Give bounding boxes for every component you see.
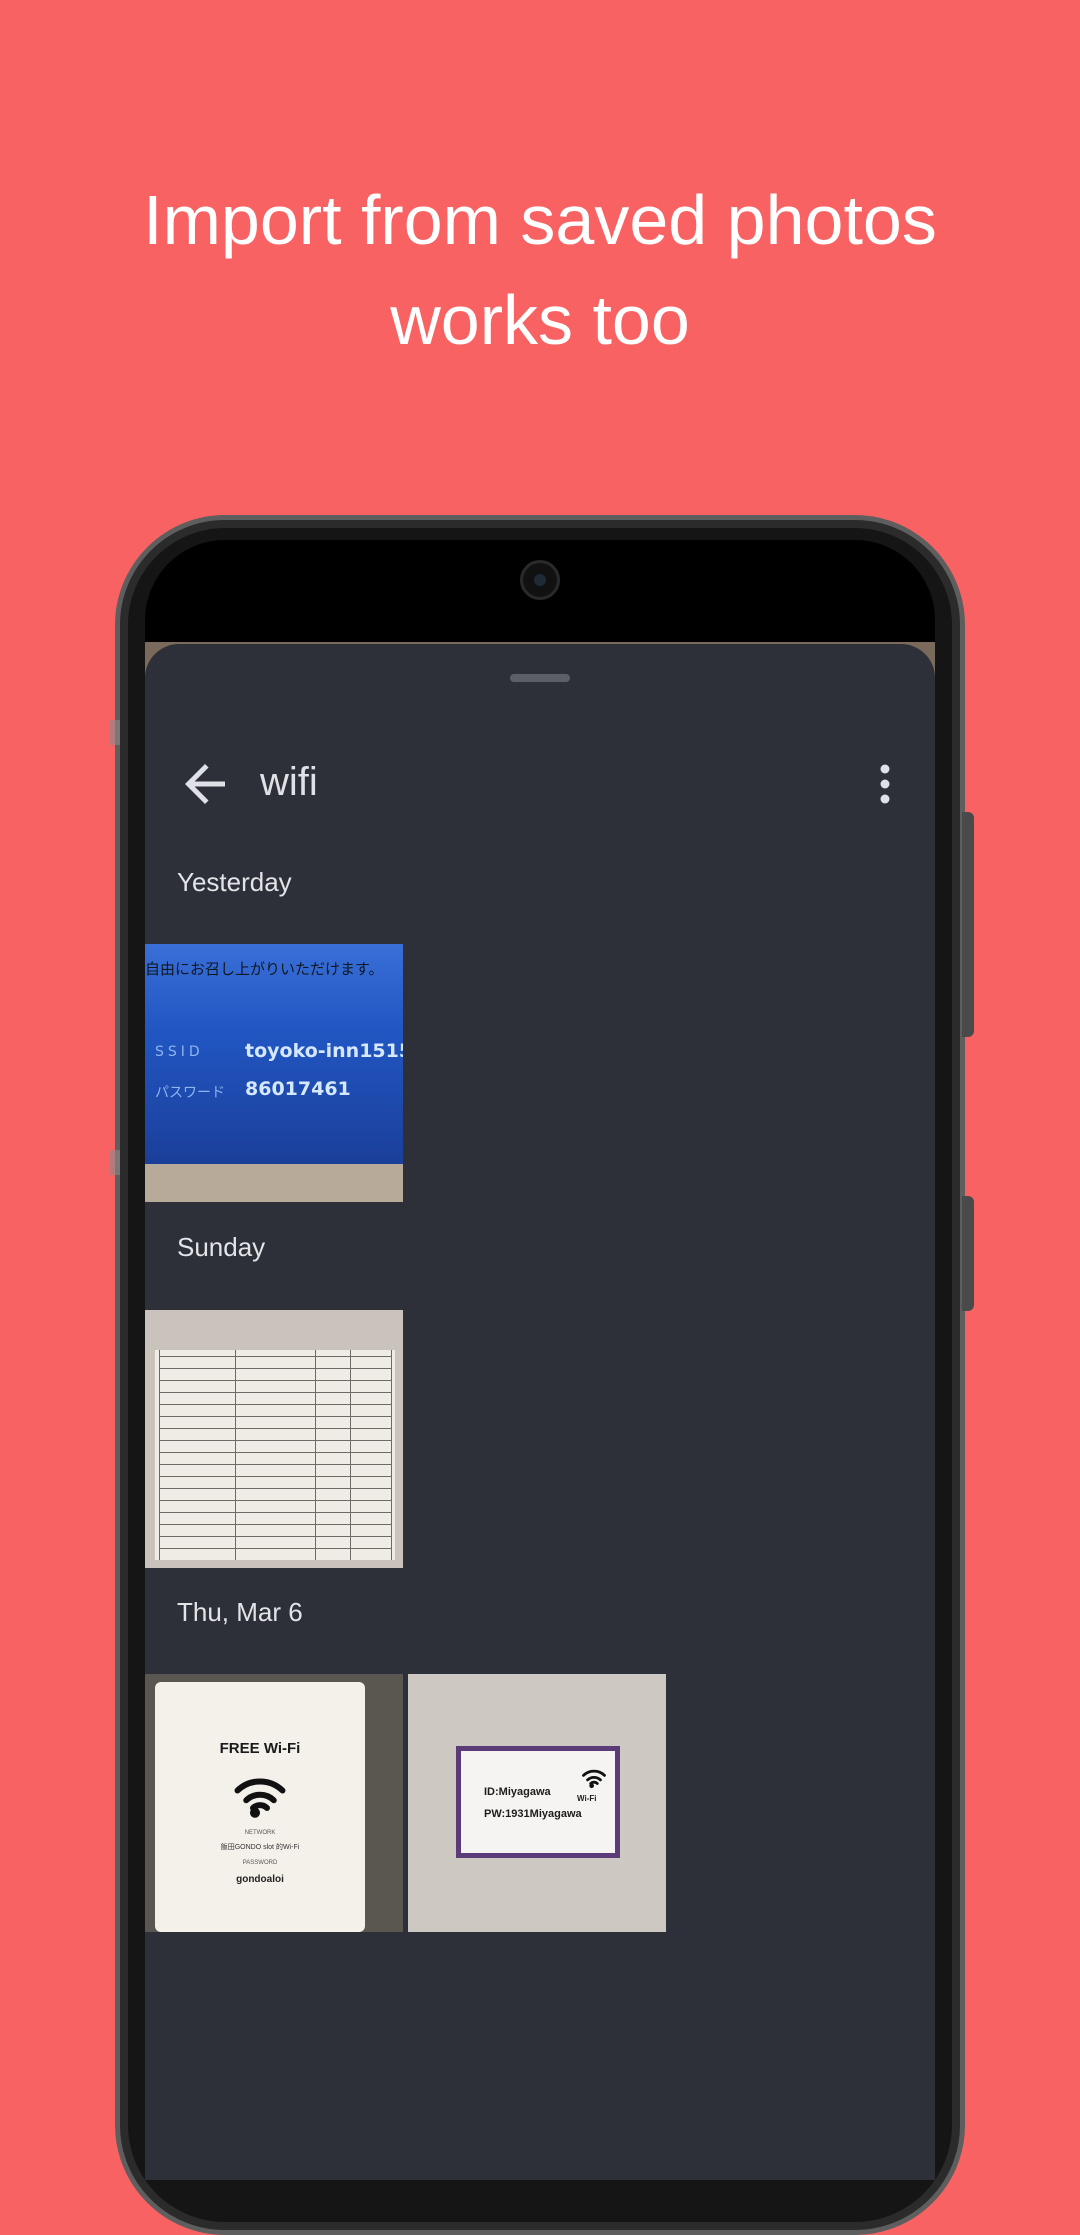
table-line bbox=[159, 1416, 391, 1417]
table-line bbox=[159, 1548, 391, 1549]
photo-text: 86017461 bbox=[245, 1078, 351, 1100]
table-line bbox=[315, 1350, 316, 1560]
photo-text: PASSWORD bbox=[242, 1860, 278, 1866]
table-line bbox=[159, 1350, 160, 1560]
wifi-icon bbox=[582, 1769, 606, 1789]
headline-line-2: works too bbox=[390, 281, 690, 359]
table-line bbox=[159, 1452, 391, 1453]
photo-text: FREE Wi-Fi bbox=[219, 1740, 301, 1757]
back-button[interactable] bbox=[175, 754, 235, 814]
table-line bbox=[159, 1380, 391, 1381]
table-line bbox=[350, 1350, 351, 1560]
power-button bbox=[962, 1196, 974, 1311]
photo-text: ID:Miyagawa bbox=[484, 1786, 551, 1798]
section-label-thu-mar-6: Thu, Mar 6 bbox=[177, 1597, 303, 1627]
photo-text: PW:1931Miyagawa bbox=[484, 1808, 582, 1820]
table-line bbox=[159, 1464, 391, 1465]
photo-text: 飯田GONDO slot 的Wi-Fi bbox=[220, 1844, 300, 1851]
table-line bbox=[159, 1536, 391, 1537]
table-line bbox=[159, 1356, 391, 1357]
printed-table bbox=[155, 1350, 395, 1560]
table-line bbox=[159, 1524, 391, 1525]
table-line bbox=[159, 1476, 391, 1477]
search-query-title: wifi bbox=[260, 760, 318, 804]
more-options-button[interactable] bbox=[855, 754, 915, 814]
app-bar: wifi bbox=[145, 734, 935, 834]
table-line bbox=[391, 1350, 392, 1560]
front-camera bbox=[520, 560, 560, 600]
photo-text: SSID bbox=[155, 1044, 204, 1060]
phone-screen: wifi Yesterday 自由にお召し上がりいただけます。 SSID toy… bbox=[145, 540, 935, 2180]
photo-picker-sheet: wifi Yesterday 自由にお召し上がりいただけます。 SSID toy… bbox=[145, 644, 935, 2180]
tv-stand bbox=[145, 1164, 403, 1202]
photo-text: パスワード bbox=[155, 1085, 225, 1101]
photo-thumbnail[interactable]: ID:Miyagawa PW:1931Miyagawa Wi-Fi bbox=[408, 1674, 666, 1932]
more-vert-icon bbox=[880, 764, 890, 804]
drag-handle[interactable] bbox=[510, 674, 570, 682]
photo-text: 自由にお召し上がりいただけます。 bbox=[145, 960, 384, 978]
table-line bbox=[159, 1512, 391, 1513]
photo-text: NETWORK bbox=[244, 1830, 276, 1836]
table-line bbox=[159, 1500, 391, 1501]
photo-thumbnail[interactable]: 自由にお召し上がりいただけます。 SSID toyoko-inn1515 パスワ… bbox=[145, 944, 403, 1202]
section-label-yesterday: Yesterday bbox=[177, 867, 292, 897]
photo-thumbnail[interactable] bbox=[145, 1310, 403, 1568]
section-label-sunday: Sunday bbox=[177, 1232, 266, 1262]
wifi-icon bbox=[234, 1778, 286, 1818]
promo-headline: Import from saved photos works too bbox=[0, 170, 1080, 370]
arrow-left-icon bbox=[185, 764, 225, 804]
photo-text: toyoko-inn1515 bbox=[245, 1040, 403, 1062]
frame-edge-mark bbox=[110, 1150, 120, 1175]
photo-text: gondoaloi bbox=[236, 1874, 284, 1885]
table-line bbox=[235, 1350, 236, 1560]
table-line bbox=[159, 1488, 391, 1489]
table-line bbox=[159, 1392, 391, 1393]
frame-edge-mark bbox=[110, 720, 120, 745]
volume-button bbox=[962, 812, 974, 1037]
headline-line-1: Import from saved photos bbox=[143, 181, 937, 259]
table-line bbox=[159, 1440, 391, 1441]
table-line bbox=[159, 1428, 391, 1429]
table-line bbox=[159, 1404, 391, 1405]
photo-thumbnail[interactable]: FREE Wi-Fi NETWORK 飯田GONDO slot 的Wi-Fi P… bbox=[145, 1674, 403, 1932]
photo-text: Wi-Fi bbox=[577, 1794, 597, 1803]
table-line bbox=[159, 1368, 391, 1369]
